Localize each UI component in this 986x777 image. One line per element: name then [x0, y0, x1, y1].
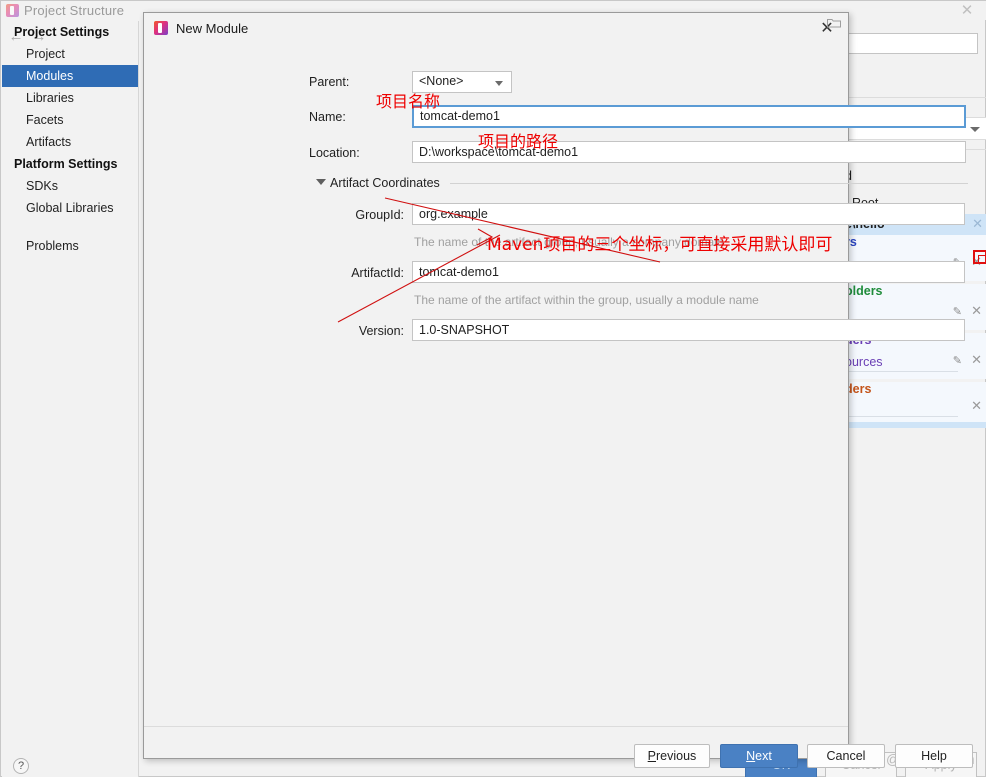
artifactid-input[interactable]: tomcat-demo1: [412, 261, 965, 283]
groupid-label: GroupId:: [355, 208, 404, 222]
test-source-folders-header: olders: [845, 284, 883, 298]
sidebar-item-artifacts[interactable]: Artifacts: [2, 131, 138, 153]
settings-sidebar: ← → Project Settings Project Modules Lib…: [2, 21, 139, 777]
sidebar-item-libraries[interactable]: Libraries: [2, 87, 138, 109]
new-module-dialog: New Module ✕ Parent: <None> Name: tomcat…: [143, 12, 973, 768]
artifact-coordinates-title: Artifact Coordinates: [330, 176, 440, 190]
close-icon[interactable]: ✕: [971, 352, 982, 368]
footer-divider: [144, 726, 848, 727]
next-mnemonic: N: [746, 749, 756, 763]
resource-folders-value: ources: [845, 355, 883, 369]
folder-icon[interactable]: [827, 17, 841, 29]
search-input[interactable]: [846, 33, 978, 54]
name-input[interactable]: tomcat-demo1: [412, 105, 966, 128]
sidebar-nav: ← →: [2, 26, 139, 48]
sidebar-group-platform-settings: Platform Settings: [14, 157, 118, 171]
close-icon[interactable]: ✕: [971, 303, 982, 319]
sidebar-item-global-libraries[interactable]: Global Libraries: [2, 197, 138, 219]
sidebar-item-modules[interactable]: Modules: [2, 65, 138, 87]
pencil-icon[interactable]: ✎: [953, 354, 962, 367]
groupid-input[interactable]: org.example: [412, 203, 965, 225]
test-resource-folders-block: ders ✕: [838, 382, 986, 422]
chevron-down-icon: [970, 127, 980, 132]
next-button[interactable]: Next: [720, 744, 798, 768]
annotation-name-note: 项目名称: [376, 92, 441, 111]
close-icon[interactable]: ✕: [971, 398, 982, 414]
sidebar-item-problems[interactable]: Problems: [2, 235, 138, 257]
previous-mnemonic: P: [647, 749, 657, 763]
cancel-button[interactable]: Cancel: [807, 744, 885, 768]
artifactid-hint: The name of the artifact within the grou…: [414, 293, 759, 307]
help-button[interactable]: ?: [13, 758, 29, 774]
parent-combobox-value: <None>: [419, 74, 464, 88]
artifactid-label: ArtifactId:: [351, 266, 404, 280]
section-divider: [450, 183, 968, 184]
divider: [845, 97, 986, 98]
next-label-rest: ext: [755, 749, 772, 763]
dialog-titlebar: New Module: [144, 13, 848, 43]
previous-button[interactable]: Previous: [634, 744, 710, 768]
pencil-icon[interactable]: ✎: [953, 305, 962, 318]
arrow-right-icon[interactable]: →: [30, 29, 48, 45]
parent-label: Parent:: [309, 75, 350, 89]
chevron-down-icon: [495, 81, 503, 86]
dialog-title: New Module: [176, 20, 249, 36]
location-label: Location:: [309, 146, 360, 160]
help-button[interactable]: Help: [895, 744, 973, 768]
arrow-left-icon[interactable]: ←: [7, 29, 25, 45]
name-label: Name:: [309, 110, 346, 124]
annotation-maven-note: Maven项目的三个坐标，可直接采用默认即可: [487, 235, 833, 255]
sidebar-item-facets[interactable]: Facets: [2, 109, 138, 131]
previous-label-rest: revious: [656, 749, 697, 763]
chevron-down-icon[interactable]: [316, 179, 326, 185]
version-label: Version:: [358, 324, 404, 338]
background-window-title: Project Structure: [24, 3, 125, 18]
annotation-marker: [973, 250, 986, 264]
close-icon[interactable]: ✕: [959, 3, 975, 18]
intellij-idea-icon: [154, 21, 168, 35]
content-block-footer: [838, 422, 986, 428]
underline: [845, 416, 958, 417]
underline: [845, 371, 958, 372]
sidebar-item-sdks[interactable]: SDKs: [2, 175, 138, 197]
close-icon[interactable]: ✕: [972, 216, 983, 232]
intellij-idea-icon: [6, 4, 19, 17]
version-input[interactable]: 1.0-SNAPSHOT: [412, 319, 965, 341]
annotation-path-note: 项目的路径: [478, 132, 559, 151]
